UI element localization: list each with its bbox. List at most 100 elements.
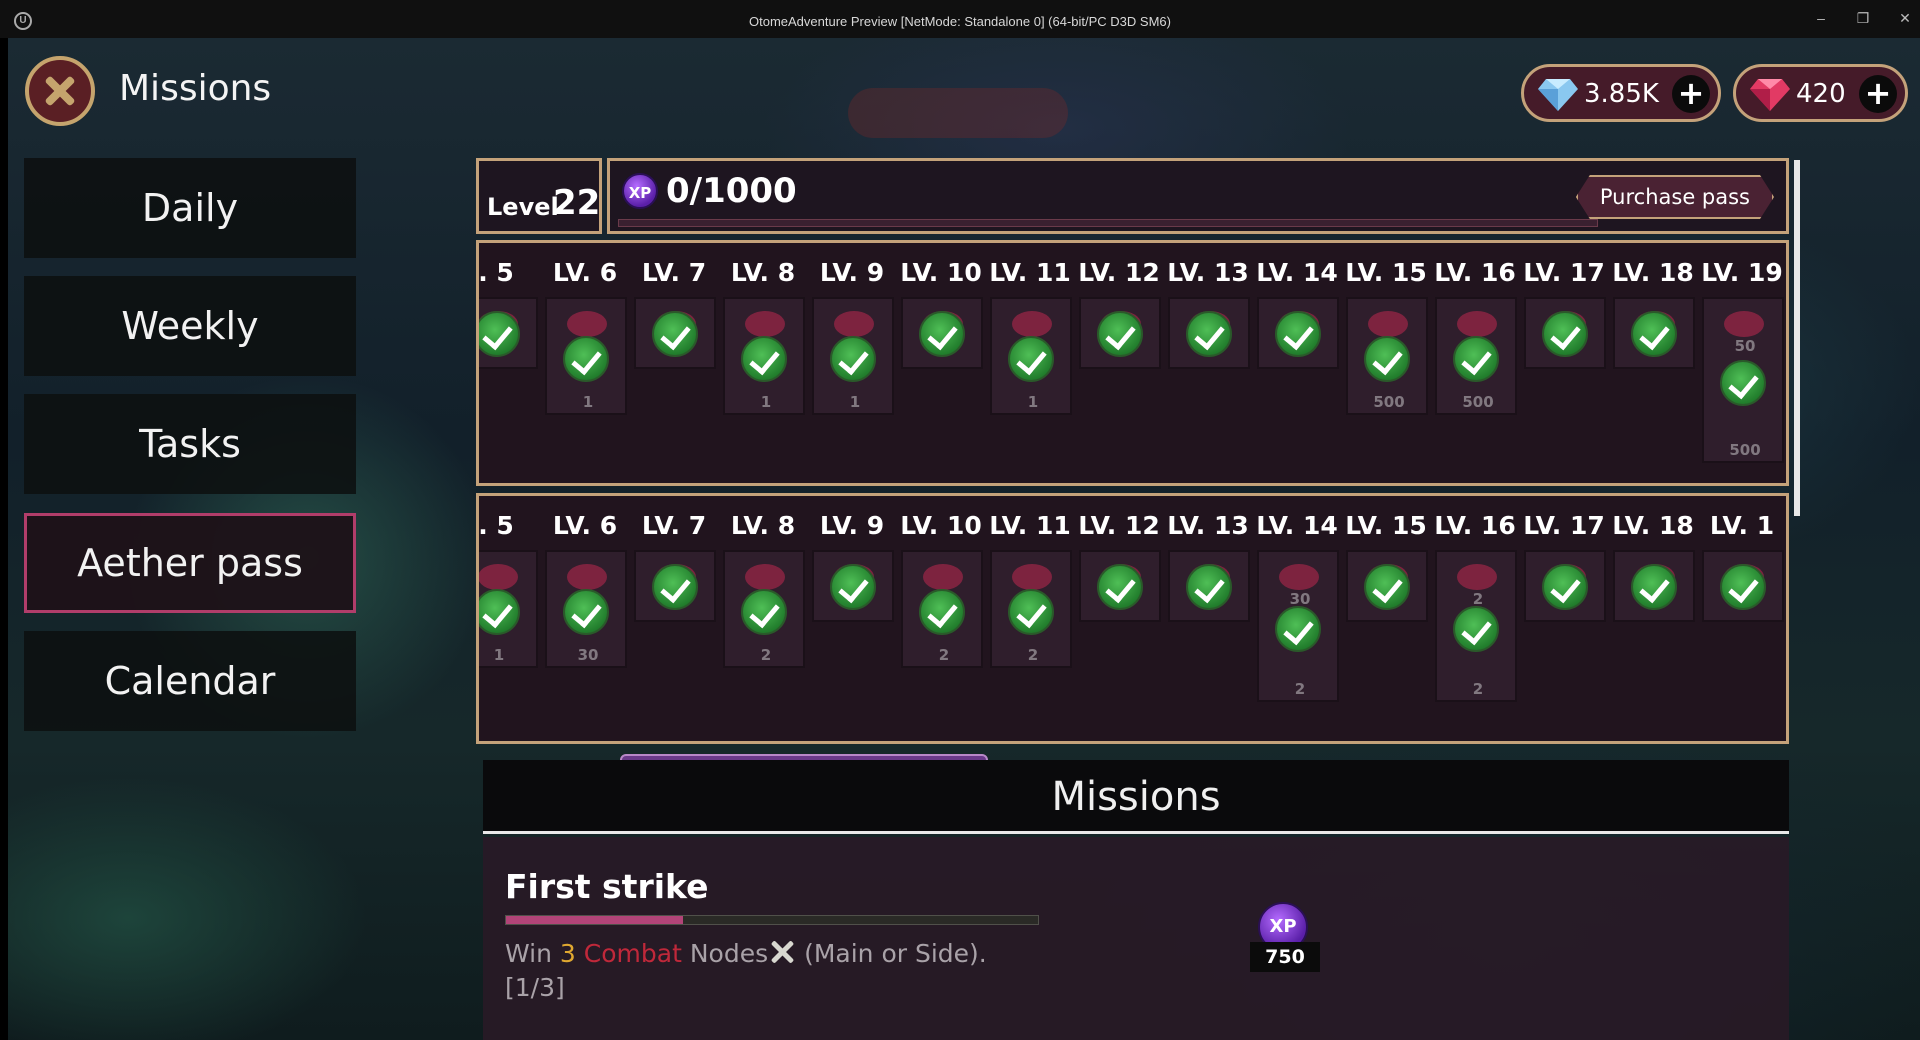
level-label: LV. 14 — [1256, 511, 1338, 540]
reward-quantity: 1 — [493, 646, 505, 664]
claimed-checkmark-icon — [563, 589, 609, 635]
tab-aether-pass[interactable]: Aether pass — [24, 513, 356, 613]
restore-button[interactable]: ❐ — [1848, 8, 1878, 28]
minimize-button[interactable]: – — [1806, 8, 1836, 28]
claimed-checkmark-icon — [479, 311, 520, 357]
ruby-count: 420 — [1796, 79, 1846, 109]
reward-slot[interactable] — [1168, 297, 1250, 369]
claimed-checkmark-icon — [563, 336, 609, 382]
claimed-checkmark-icon — [1631, 311, 1677, 357]
reward-item-icon — [479, 564, 518, 590]
add-gems-button[interactable]: + — [1672, 75, 1710, 113]
reward-slot[interactable]: 2 — [901, 550, 983, 668]
xp-value: 0/1000 — [666, 171, 797, 211]
claimed-checkmark-icon — [1542, 564, 1588, 610]
reward-slot[interactable] — [1613, 297, 1695, 369]
mission-reward: XP 750 — [1250, 902, 1320, 984]
reward-slot[interactable] — [1168, 550, 1250, 622]
tab-tasks[interactable]: Tasks — [24, 394, 356, 494]
desc-win: Win — [505, 939, 552, 968]
reward-quantity: 500 — [1462, 393, 1494, 411]
missions-heading: Missions — [1051, 774, 1221, 820]
level-label: LV. 14 — [1256, 258, 1338, 287]
reward-slot[interactable]: 1 — [545, 297, 627, 415]
level-label: LV. 13 — [1167, 511, 1249, 540]
desc-combat: Combat — [583, 939, 682, 968]
reward-slot[interactable]: 30 — [545, 550, 627, 668]
level-label: LV. 19 — [1701, 258, 1783, 287]
level-label: LV. 17 — [1523, 258, 1605, 287]
purchase-pass-button[interactable]: Purchase pass — [1576, 175, 1774, 219]
reward-slot[interactable] — [634, 550, 716, 622]
claimed-checkmark-icon — [741, 589, 787, 635]
reward-slot[interactable] — [1079, 550, 1161, 622]
reward-slot[interactable]: 22 — [1435, 550, 1517, 702]
reward-slot[interactable]: 1 — [812, 297, 894, 415]
reward-slot[interactable] — [1524, 297, 1606, 369]
desc-nodes: Nodes — [689, 939, 769, 968]
mission-progress-fill — [506, 916, 684, 924]
level-label: LV. 8 — [730, 511, 796, 540]
free-reward-track[interactable]: . 5 1 LV. 6 30 LV. 7 LV. 8 2 LV. 9 LV. 10 2 LV. 11… — [476, 493, 1789, 744]
reward-slot[interactable]: 500 — [1435, 297, 1517, 415]
claimed-checkmark-icon — [1275, 311, 1321, 357]
reward-slot[interactable]: 1 — [723, 297, 805, 415]
claimed-checkmark-icon — [1186, 311, 1232, 357]
add-rubies-button[interactable]: + — [1859, 75, 1897, 113]
close-window-button[interactable]: ✕ — [1890, 8, 1920, 28]
level-label: LV. 18 — [1612, 258, 1694, 287]
reward-slot[interactable]: 2 — [990, 550, 1072, 668]
close-button[interactable] — [25, 56, 95, 126]
reward-slot[interactable]: 50 500 — [1702, 297, 1784, 463]
reward-slot[interactable] — [634, 297, 716, 369]
claimed-checkmark-icon — [1453, 606, 1499, 652]
mission-progress-bar — [505, 915, 1039, 925]
reward-slot[interactable]: 1 — [479, 550, 538, 668]
level-label: LV. 10 — [900, 258, 982, 287]
level-label: LV. 11 — [989, 511, 1071, 540]
claimed-checkmark-icon — [1364, 336, 1410, 382]
reward-slot[interactable]: 1 — [990, 297, 1072, 415]
reward-slot[interactable] — [1257, 297, 1339, 369]
reward-quantity: 2 — [760, 646, 772, 664]
reward-slot[interactable] — [1613, 550, 1695, 622]
premium-reward-track[interactable]: . 5 LV. 6 1 LV. 7 LV. 8 1 LV. 9 1 LV. 10 LV. 11 1 L… — [476, 240, 1789, 486]
reward-item-icon — [1724, 311, 1764, 337]
reward-slot[interactable] — [479, 297, 538, 369]
level-label: . 5 — [478, 258, 514, 287]
reward-slot[interactable] — [812, 550, 894, 622]
vertical-scrollbar[interactable] — [1794, 160, 1800, 516]
level-label: LV. 7 — [641, 258, 707, 287]
tab-weekly[interactable]: Weekly — [24, 276, 356, 376]
reward-slot[interactable] — [1702, 550, 1784, 622]
missions-header: Missions — [483, 760, 1789, 834]
reward-quantity: 2 — [1027, 646, 1039, 664]
reward-slot[interactable] — [1079, 297, 1161, 369]
window-title: OtomeAdventure Preview [NetMode: Standal… — [749, 14, 1171, 29]
ruby-currency: 420 + — [1733, 64, 1908, 122]
window-titlebar: U OtomeAdventure Preview [NetMode: Stand… — [0, 0, 1920, 38]
reward-quantity: 2 — [1472, 680, 1484, 698]
reward-slot[interactable] — [1524, 550, 1606, 622]
reward-slot[interactable]: 2 — [723, 550, 805, 668]
tab-calendar[interactable]: Calendar — [24, 631, 356, 731]
tab-daily[interactable]: Daily — [24, 158, 356, 258]
claimed-checkmark-icon — [1186, 564, 1232, 610]
reward-slot[interactable]: 30 2 — [1257, 550, 1339, 702]
reward-top-quantity: 30 — [1289, 590, 1311, 608]
reward-item-icon — [1279, 564, 1319, 590]
mission-card[interactable]: First strike Win 3 Combat Nodes (Main or… — [483, 837, 1789, 1040]
pass-level: Level 22 — [476, 158, 602, 234]
level-label: LV. 6 — [552, 258, 618, 287]
mission-description: Win 3 Combat Nodes (Main or Side). [1/3] — [505, 937, 987, 1005]
reward-slot[interactable] — [901, 297, 983, 369]
level-label: LV. 16 — [1434, 511, 1516, 540]
mission-title: First strike — [505, 867, 709, 906]
claimed-checkmark-icon — [1631, 564, 1677, 610]
reward-slot[interactable]: 500 — [1346, 297, 1428, 415]
reward-slot[interactable] — [1346, 550, 1428, 622]
gem-currency: 3.85K + — [1521, 64, 1721, 122]
level-label: LV. 15 — [1345, 511, 1427, 540]
claimed-checkmark-icon — [1720, 564, 1766, 610]
claimed-checkmark-icon — [479, 589, 520, 635]
